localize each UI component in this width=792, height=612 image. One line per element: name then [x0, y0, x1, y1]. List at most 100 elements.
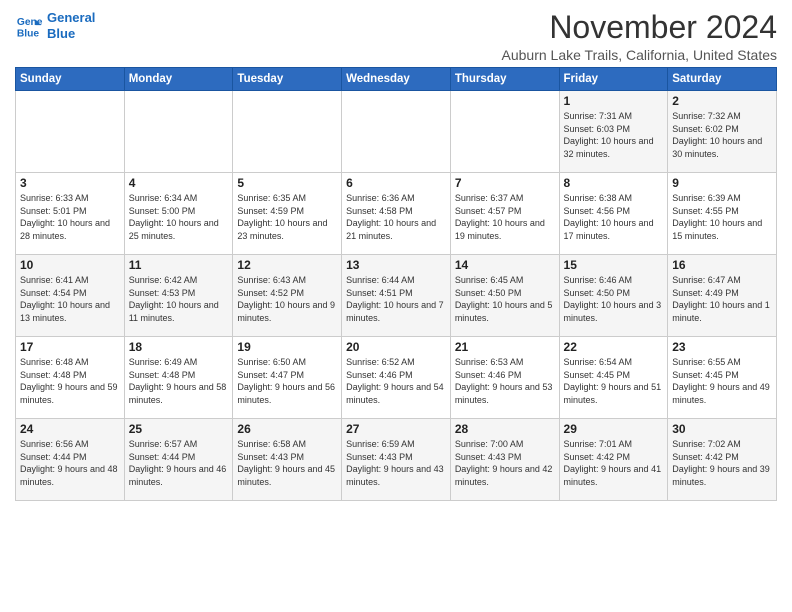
day-info: Sunrise: 6:57 AM Sunset: 4:44 PM Dayligh… [129, 438, 229, 488]
day-info: Sunrise: 6:46 AM Sunset: 4:50 PM Dayligh… [564, 274, 664, 324]
day-info: Sunrise: 6:38 AM Sunset: 4:56 PM Dayligh… [564, 192, 664, 242]
day-cell: 27 Sunrise: 6:59 AM Sunset: 4:43 PM Dayli… [342, 419, 451, 501]
day-info: Sunrise: 6:42 AM Sunset: 4:53 PM Dayligh… [129, 274, 229, 324]
day-info: Sunrise: 6:33 AM Sunset: 5:01 PM Dayligh… [20, 192, 120, 242]
day-info: Sunrise: 6:54 AM Sunset: 4:45 PM Dayligh… [564, 356, 664, 406]
day-cell [16, 91, 125, 173]
day-number: 26 [237, 422, 337, 436]
day-number: 28 [455, 422, 555, 436]
day-cell: 11 Sunrise: 6:42 AM Sunset: 4:53 PM Dayli… [124, 255, 233, 337]
day-number: 12 [237, 258, 337, 272]
main-container: General Blue GeneralBlue November 2024 A… [0, 0, 792, 506]
day-cell: 8 Sunrise: 6:38 AM Sunset: 4:56 PM Daylig… [559, 173, 668, 255]
subtitle: Auburn Lake Trails, California, United S… [502, 47, 777, 63]
day-number: 21 [455, 340, 555, 354]
day-cell [124, 91, 233, 173]
day-cell: 5 Sunrise: 6:35 AM Sunset: 4:59 PM Daylig… [233, 173, 342, 255]
day-number: 5 [237, 176, 337, 190]
col-header-thursday: Thursday [450, 68, 559, 91]
day-number: 29 [564, 422, 664, 436]
day-info: Sunrise: 6:41 AM Sunset: 4:54 PM Dayligh… [20, 274, 120, 324]
day-cell: 13Sunrise: 6:44 AM Sunset: 4:51 PM Dayli… [342, 255, 451, 337]
day-info: Sunrise: 6:49 AM Sunset: 4:48 PM Dayligh… [129, 356, 229, 406]
day-number: 30 [672, 422, 772, 436]
day-number: 24 [20, 422, 120, 436]
day-info: Sunrise: 6:48 AM Sunset: 4:48 PM Dayligh… [20, 356, 120, 406]
day-number: 6 [346, 176, 446, 190]
col-header-friday: Friday [559, 68, 668, 91]
day-info: Sunrise: 6:34 AM Sunset: 5:00 PM Dayligh… [129, 192, 229, 242]
day-cell: 6 Sunrise: 6:36 AM Sunset: 4:58 PM Daylig… [342, 173, 451, 255]
day-info: Sunrise: 6:35 AM Sunset: 4:59 PM Dayligh… [237, 192, 337, 242]
day-cell: 30 Sunrise: 7:02 AM Sunset: 4:42 PM Dayli… [668, 419, 777, 501]
svg-text:General: General [17, 17, 43, 28]
col-header-tuesday: Tuesday [233, 68, 342, 91]
day-info: Sunrise: 6:47 AM Sunset: 4:49 PM Dayligh… [672, 274, 772, 324]
day-number: 20 [346, 340, 446, 354]
day-number: 7 [455, 176, 555, 190]
day-cell: 20 Sunrise: 6:52 AM Sunset: 4:46 PM Dayli… [342, 337, 451, 419]
day-number: 10 [20, 258, 120, 272]
day-number: 9 [672, 176, 772, 190]
month-title: November 2024 [502, 10, 777, 45]
day-cell [233, 91, 342, 173]
day-cell [342, 91, 451, 173]
day-info: Sunrise: 7:02 AM Sunset: 4:42 PM Dayligh… [672, 438, 772, 488]
day-number: 27 [346, 422, 446, 436]
day-info: Sunrise: 6:52 AM Sunset: 4:46 PM Dayligh… [346, 356, 446, 406]
week-row-3: 10 Sunrise: 6:41 AM Sunset: 4:54 PM Dayli… [16, 255, 777, 337]
day-info: Sunrise: 6:50 AM Sunset: 4:47 PM Dayligh… [237, 356, 337, 406]
day-info: Sunrise: 6:37 AM Sunset: 4:57 PM Dayligh… [455, 192, 555, 242]
day-number: 22 [564, 340, 664, 354]
logo-icon: General Blue [15, 12, 43, 40]
day-cell: 24Sunrise: 6:56 AM Sunset: 4:44 PM Dayli… [16, 419, 125, 501]
day-cell: 12 Sunrise: 6:43 AM Sunset: 4:52 PM Dayli… [233, 255, 342, 337]
day-info: Sunrise: 6:55 AM Sunset: 4:45 PM Dayligh… [672, 356, 772, 406]
day-cell: 2Sunrise: 7:32 AM Sunset: 6:02 PM Daylig… [668, 91, 777, 173]
week-row-5: 24Sunrise: 6:56 AM Sunset: 4:44 PM Dayli… [16, 419, 777, 501]
day-number: 11 [129, 258, 229, 272]
day-info: Sunrise: 6:39 AM Sunset: 4:55 PM Dayligh… [672, 192, 772, 242]
title-block: November 2024 Auburn Lake Trails, Califo… [502, 10, 777, 63]
day-number: 18 [129, 340, 229, 354]
day-cell: 10 Sunrise: 6:41 AM Sunset: 4:54 PM Dayli… [16, 255, 125, 337]
day-cell: 19 Sunrise: 6:50 AM Sunset: 4:47 PM Dayli… [233, 337, 342, 419]
week-row-1: 1 Sunrise: 7:31 AM Sunset: 6:03 PM Daylig… [16, 91, 777, 173]
day-cell: 18 Sunrise: 6:49 AM Sunset: 4:48 PM Dayli… [124, 337, 233, 419]
day-cell: 21 Sunrise: 6:53 AM Sunset: 4:46 PM Dayli… [450, 337, 559, 419]
day-cell: 15Sunrise: 6:46 AM Sunset: 4:50 PM Dayli… [559, 255, 668, 337]
day-number: 19 [237, 340, 337, 354]
day-cell: 9 Sunrise: 6:39 AM Sunset: 4:55 PM Daylig… [668, 173, 777, 255]
day-info: Sunrise: 6:53 AM Sunset: 4:46 PM Dayligh… [455, 356, 555, 406]
day-cell: 7 Sunrise: 6:37 AM Sunset: 4:57 PM Daylig… [450, 173, 559, 255]
col-header-sunday: Sunday [16, 68, 125, 91]
calendar-header: SundayMondayTuesdayWednesdayThursdayFrid… [16, 68, 777, 91]
day-info: Sunrise: 7:31 AM Sunset: 6:03 PM Dayligh… [564, 110, 664, 160]
day-cell: 22 Sunrise: 6:54 AM Sunset: 4:45 PM Dayli… [559, 337, 668, 419]
day-info: Sunrise: 6:45 AM Sunset: 4:50 PM Dayligh… [455, 274, 555, 324]
day-number: 8 [564, 176, 664, 190]
day-number: 23 [672, 340, 772, 354]
day-number: 4 [129, 176, 229, 190]
logo-text: GeneralBlue [47, 10, 95, 41]
day-number: 17 [20, 340, 120, 354]
day-number: 13 [346, 258, 446, 272]
day-info: Sunrise: 7:00 AM Sunset: 4:43 PM Dayligh… [455, 438, 555, 488]
day-cell [450, 91, 559, 173]
day-number: 3 [20, 176, 120, 190]
day-number: 16 [672, 258, 772, 272]
day-info: Sunrise: 6:36 AM Sunset: 4:58 PM Dayligh… [346, 192, 446, 242]
col-header-monday: Monday [124, 68, 233, 91]
day-number: 1 [564, 94, 664, 108]
logo: General Blue GeneralBlue [15, 10, 95, 41]
day-cell: 17 Sunrise: 6:48 AM Sunset: 4:48 PM Dayli… [16, 337, 125, 419]
day-cell: 25Sunrise: 6:57 AM Sunset: 4:44 PM Dayli… [124, 419, 233, 501]
day-info: Sunrise: 6:59 AM Sunset: 4:43 PM Dayligh… [346, 438, 446, 488]
day-info: Sunrise: 7:01 AM Sunset: 4:42 PM Dayligh… [564, 438, 664, 488]
day-cell: 1 Sunrise: 7:31 AM Sunset: 6:03 PM Daylig… [559, 91, 668, 173]
day-info: Sunrise: 6:43 AM Sunset: 4:52 PM Dayligh… [237, 274, 337, 324]
week-row-2: 3 Sunrise: 6:33 AM Sunset: 5:01 PM Daylig… [16, 173, 777, 255]
day-info: Sunrise: 7:32 AM Sunset: 6:02 PM Dayligh… [672, 110, 772, 160]
day-cell: 28 Sunrise: 7:00 AM Sunset: 4:43 PM Dayli… [450, 419, 559, 501]
day-number: 14 [455, 258, 555, 272]
